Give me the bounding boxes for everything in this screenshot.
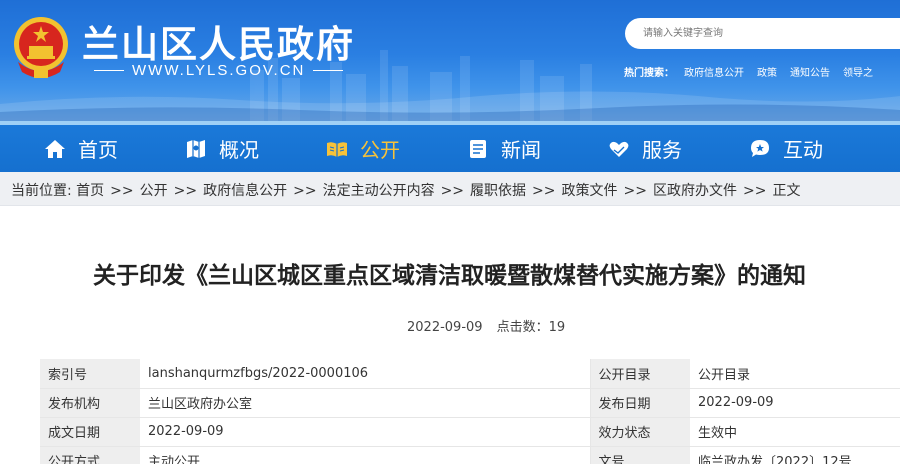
info-value: 2022-09-09: [140, 417, 590, 447]
info-key: 公开目录: [589, 359, 690, 389]
info-key: 成文日期: [40, 417, 140, 447]
hot-search-link[interactable]: 政策: [757, 68, 777, 79]
article-meta: 2022-09-09 点击数：19: [407, 316, 565, 335]
nav-label: 新闻: [501, 138, 541, 162]
breadcrumb-item-statutory[interactable]: 法定主动公开内容: [323, 183, 435, 199]
hot-search-link[interactable]: 政府信息公开: [684, 68, 744, 79]
url-right-line: [313, 70, 344, 71]
breadcrumb-prefix: 当前位置:: [11, 183, 72, 199]
table-row: 成文日期 2022-09-09 效力状态 生效中: [40, 417, 900, 447]
info-key: 文号: [589, 446, 690, 464]
main-nav: 首页 概况 公开 新闻 服务 互动: [0, 121, 900, 172]
breadcrumb-item-duty-basis[interactable]: 履职依据: [470, 183, 526, 199]
info-value: 临兰政办发〔2022〕12号: [690, 446, 900, 464]
document-info-table: 索引号 lanshanqurmzfbgs/2022-0000106 公开目录 公…: [40, 359, 900, 464]
breadcrumb-item-district-office-docs[interactable]: 区政府办文件: [653, 183, 737, 199]
table-row: 公开方式 主动公开 文号 临兰政办发〔2022〕12号: [40, 446, 900, 464]
info-value: 公开目录: [690, 359, 900, 389]
nav-item-home[interactable]: 首页: [44, 125, 118, 172]
info-key: 发布日期: [589, 388, 690, 418]
search-input[interactable]: [625, 18, 900, 49]
info-value: 兰山区政府办公室: [140, 388, 590, 418]
nav-label: 公开: [360, 138, 400, 162]
info-value: lanshanqurmzfbgs/2022-0000106: [140, 359, 590, 389]
breadcrumb-separator: >>: [742, 183, 767, 199]
heart-hands-icon: [608, 138, 630, 160]
breadcrumb-separator: >>: [623, 183, 647, 199]
site-url-text: WWW.LYLS.GOV.CN: [132, 62, 306, 79]
home-icon: [44, 138, 66, 160]
hot-search: 热门搜索： 政府信息公开 政策 通知公告 领导之: [624, 64, 886, 79]
article-title: 关于印发《兰山区城区重点区域清洁取暖暨散煤替代实施方案》的通知: [93, 263, 806, 289]
breadcrumb-item-current: 正文: [772, 183, 801, 199]
news-icon: [467, 138, 489, 160]
article-date: 2022-09-09: [407, 320, 483, 335]
site-header: 兰山区人民政府 WWW.LYLS.GOV.CN 热门搜索： 政府信息公开 政策 通知公…: [0, 0, 900, 121]
breadcrumb-item-home[interactable]: 首页: [76, 183, 104, 199]
breadcrumb-separator: >>: [293, 183, 317, 199]
info-value: 2022-09-09: [690, 388, 900, 418]
url-left-line: [94, 70, 124, 71]
info-key: 公开方式: [40, 446, 140, 464]
views-label: 点击数：: [496, 320, 549, 335]
table-row: 索引号 lanshanqurmzfbgs/2022-0000106 公开目录 公…: [40, 359, 900, 389]
nav-label: 概况: [219, 138, 259, 162]
breadcrumb-separator: >>: [440, 183, 465, 199]
map-icon: [185, 138, 207, 160]
info-value: 生效中: [690, 417, 900, 447]
nav-label: 服务: [642, 138, 682, 162]
national-emblem-icon: [14, 17, 68, 78]
breadcrumb-item-policy-docs[interactable]: 政策文件: [562, 183, 618, 199]
site-url: WWW.LYLS.GOV.CN: [86, 62, 351, 79]
breadcrumb-item-open[interactable]: 公开: [140, 183, 168, 199]
info-key: 效力状态: [589, 417, 690, 447]
breadcrumb-separator: >>: [173, 183, 198, 199]
breadcrumb-bar: 当前位置: 首页 >> 公开 >> 政府信息公开 >> 法定主动公开内容 >> 履职依据 >> 政策…: [0, 172, 900, 206]
breadcrumb: 当前位置: 首页 >> 公开 >> 政府信息公开 >> 法定主动公开内容 >> 履职依据 >> 政策…: [11, 180, 800, 200]
nav-label: 首页: [78, 138, 118, 162]
nav-item-news[interactable]: 新闻: [467, 125, 541, 172]
nav-item-overview[interactable]: 概况: [185, 125, 259, 172]
info-value: 主动公开: [140, 446, 590, 464]
breadcrumb-separator: >>: [110, 183, 134, 199]
book-icon: [326, 138, 348, 160]
views-count: 19: [548, 320, 566, 335]
nav-item-service[interactable]: 服务: [608, 125, 682, 172]
breadcrumb-item-gov-info[interactable]: 政府信息公开: [203, 183, 287, 199]
nav-label: 互动: [783, 138, 823, 162]
chat-icon: [749, 138, 771, 160]
hot-search-label: 热门搜索：: [624, 68, 674, 79]
info-key: 发布机构: [40, 388, 140, 418]
site-title[interactable]: 兰山区人民政府: [82, 14, 355, 68]
hot-search-link[interactable]: 通知公告: [790, 68, 830, 79]
hot-search-link[interactable]: 领导之: [843, 68, 873, 79]
table-row: 发布机构 兰山区政府办公室 发布日期 2022-09-09: [40, 388, 900, 418]
info-key: 索引号: [40, 359, 140, 389]
nav-item-open[interactable]: 公开: [326, 125, 400, 172]
breadcrumb-separator: >>: [532, 183, 556, 199]
nav-item-interact[interactable]: 互动: [749, 125, 823, 172]
